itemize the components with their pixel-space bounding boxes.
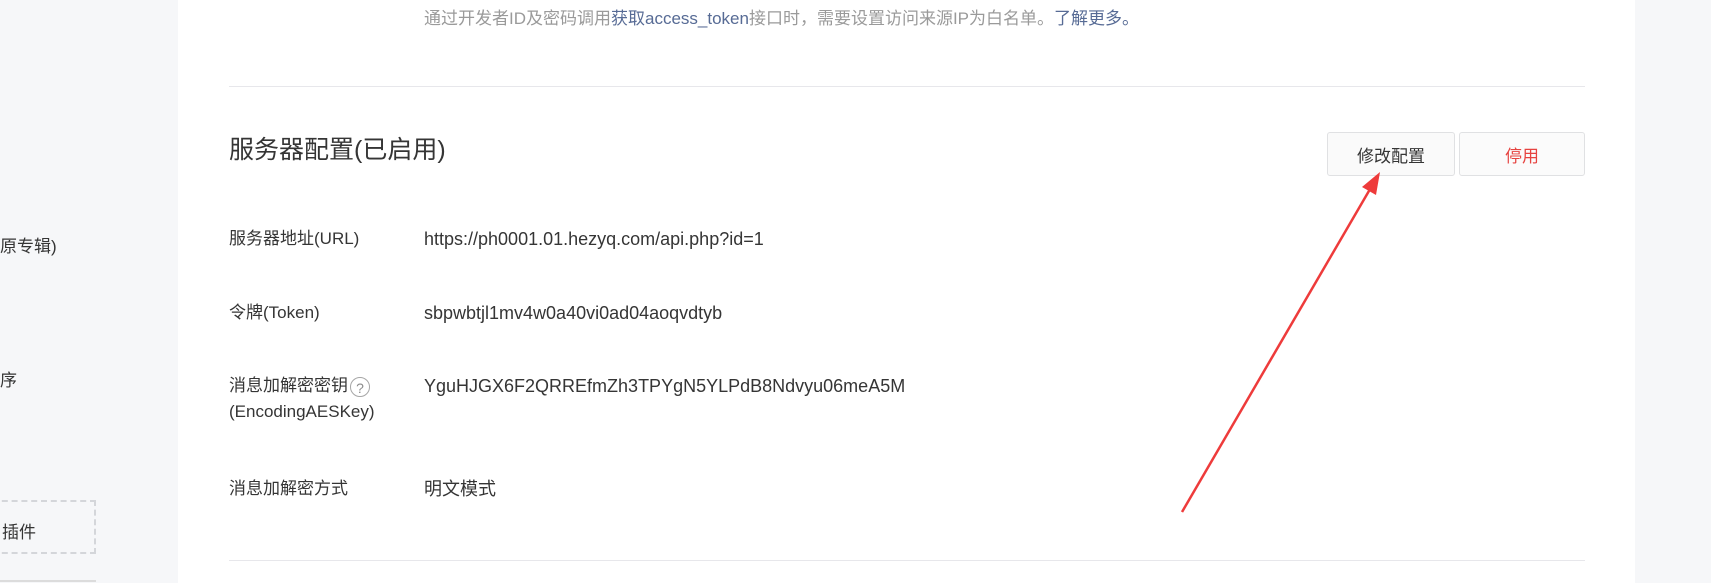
encryption-mode-value: 明文模式 — [424, 479, 496, 499]
modify-config-button[interactable]: 修改配置 — [1327, 132, 1455, 176]
tip-text-before: 通过开发者ID及密码调用 — [424, 9, 611, 28]
access-token-link[interactable]: 获取access_token — [611, 9, 749, 28]
aes-key-label-line2: (EncodingAESKey) — [229, 402, 375, 421]
encryption-mode-label: 消息加解密方式 — [229, 479, 348, 498]
token-value: sbpwbtjl1mv4w0a40vi0ad04aoqvdtyb — [424, 303, 723, 323]
main-panel: 通过开发者ID及密码调用获取access_token接口时，需要设置访问来源IP… — [178, 0, 1635, 583]
ip-whitelist-tip: 通过开发者ID及密码调用获取access_token接口时，需要设置访问来源IP… — [424, 4, 1139, 29]
sidebar-divider — [0, 580, 96, 582]
section-title: 服务器配置(已启用) — [229, 136, 446, 164]
aes-key-value: YguHJGX6F2QRREfmZh3TPYgN5YLPdB8Ndvyu06me… — [424, 376, 906, 396]
learn-more-link[interactable]: 了解更多。 — [1054, 9, 1139, 28]
disable-button[interactable]: 停用 — [1459, 132, 1585, 176]
sidebar-add-plugin[interactable]: 插件 — [0, 500, 96, 554]
sidebar-item-album[interactable]: 原专辑) — [0, 232, 57, 257]
divider — [229, 86, 1585, 87]
server-url-value: https://ph0001.01.hezyq.com/api.php?id=1 — [424, 229, 764, 249]
aes-key-label-line1: 消息加解密密钥 — [229, 376, 348, 395]
sidebar-plugin-label: 插件 — [2, 523, 36, 542]
aes-key-label: 消息加解密密钥? (EncodingAESKey) — [229, 373, 375, 425]
tip-text-middle: 接口时，需要设置访问来源IP为白名单。 — [748, 9, 1055, 28]
divider — [229, 560, 1585, 561]
sidebar-item-program[interactable]: 序 — [0, 366, 17, 391]
token-label: 令牌(Token) — [229, 303, 320, 322]
help-icon[interactable]: ? — [350, 376, 370, 397]
sidebar: 原专辑) 序 插件 — [0, 0, 178, 583]
right-gutter — [1635, 0, 1711, 583]
server-url-label: 服务器地址(URL) — [229, 229, 360, 248]
